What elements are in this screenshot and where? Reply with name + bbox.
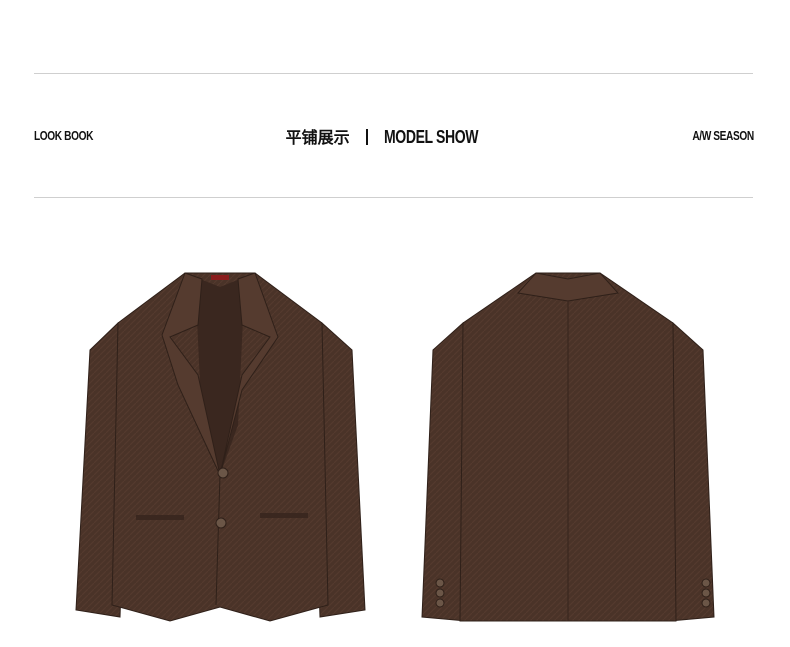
jacket-back-image xyxy=(421,272,715,622)
section-title-cn: 平铺展示 xyxy=(285,128,350,147)
section-title: 平铺展示 MODEL SHOW xyxy=(0,124,790,148)
top-divider xyxy=(34,73,753,74)
season-label: A/W SEASON xyxy=(692,128,755,143)
bottom-divider xyxy=(34,197,753,198)
section-title-en: MODEL SHOW xyxy=(383,127,479,147)
title-separator xyxy=(365,129,368,145)
jacket-front-image xyxy=(75,272,366,622)
